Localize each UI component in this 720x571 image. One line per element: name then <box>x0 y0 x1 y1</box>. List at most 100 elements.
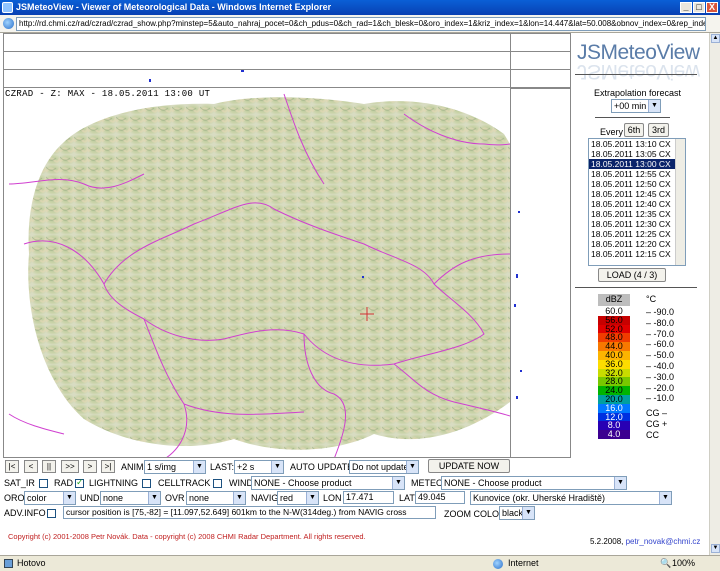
app-logo: JSMeteoView JSMeteoView <box>577 41 700 83</box>
next-frame-button[interactable]: > <box>83 460 97 473</box>
time-list-item[interactable]: 18.05.2011 12:40 CX <box>589 199 685 209</box>
email-link[interactable]: petr_novak@chmi.cz <box>626 537 701 546</box>
time-list-item[interactable]: 18.05.2011 12:35 CX <box>589 209 685 219</box>
time-list-item[interactable]: 18.05.2011 12:55 CX <box>589 169 685 179</box>
temp-level: – -60.0 <box>646 339 675 350</box>
zoom-color-select[interactable]: black ▼ <box>499 506 535 520</box>
temp-level: – -20.0 <box>646 382 675 393</box>
lightning-checkbox[interactable] <box>142 479 151 488</box>
time-list-item[interactable]: 18.05.2011 12:50 CX <box>589 179 685 189</box>
meteo-label: METEO <box>411 478 444 488</box>
radar-map-frame[interactable]: CZRAD - Z: MAX - 18.05.2011 13:00 UT <box>3 33 571 458</box>
lon-label: LON <box>323 493 342 503</box>
ovr-select[interactable]: none ▼ <box>186 491 246 505</box>
auto-update-select[interactable]: Do not update ▼ <box>349 460 419 474</box>
time-list-item[interactable]: 18.05.2011 13:10 CX <box>589 139 685 149</box>
time-list-item[interactable]: 18.05.2011 12:25 CX <box>589 229 685 239</box>
zoom-level[interactable]: 100% <box>672 556 695 571</box>
first-frame-button[interactable]: |< <box>5 460 19 473</box>
divider <box>595 117 670 118</box>
time-list-item[interactable]: 18.05.2011 12:20 CX <box>589 239 685 249</box>
page-done-icon <box>4 559 13 568</box>
anim-select[interactable]: 1 s/img ▼ <box>144 460 206 474</box>
temp-level: – -10.0 <box>646 393 675 404</box>
chevron-down-icon: ▼ <box>193 461 205 473</box>
time-list[interactable]: 18.05.2011 13:10 CX 18.05.2011 13:05 CX 18… <box>588 138 686 266</box>
temp-level: – -90.0 <box>646 307 675 317</box>
scroll-down-icon[interactable]: ▼ <box>711 544 720 553</box>
celltrack-label: CELLTRACK <box>158 478 211 488</box>
app-icon <box>2 2 13 13</box>
time-list-item[interactable]: 18.05.2011 12:15 CX <box>589 249 685 259</box>
wind-label: WIND <box>229 478 253 488</box>
last-label: LAST: <box>210 462 235 472</box>
play-button[interactable]: >> <box>61 460 79 473</box>
time-list-item[interactable]: 18.05.2011 12:30 CX <box>589 219 685 229</box>
anim-label: ANIM: <box>121 462 147 472</box>
time-list-item[interactable]: 18.05.2011 12:45 CX <box>589 189 685 199</box>
meteo-select[interactable]: NONE - Choose product ▼ <box>441 476 627 490</box>
extrapolation-select[interactable]: +00 min ▼ <box>611 99 661 113</box>
adv-info-checkbox[interactable] <box>47 509 56 518</box>
time-list-item[interactable]: 18.05.2011 13:00 CX <box>589 159 685 169</box>
close-button[interactable]: X <box>706 2 718 13</box>
page-scrollbar[interactable]: ▲ ▼ <box>709 33 720 555</box>
last-frame-button[interactable]: >| <box>101 460 115 473</box>
page-content: CZRAD - Z: MAX - 18.05.2011 13:00 UT JSM… <box>0 33 720 555</box>
time-list-item[interactable]: 18.05.2011 13:05 CX <box>589 149 685 159</box>
temp-title: °C <box>646 294 657 304</box>
last-select[interactable]: +2 s ▼ <box>234 460 284 474</box>
place-select[interactable]: Kunovice (okr. Uherské Hradiště) ▼ <box>470 491 672 505</box>
wind-select[interactable]: NONE - Choose product ▼ <box>251 476 405 490</box>
every-3rd-button[interactable]: 3rd <box>648 123 669 137</box>
chevron-down-icon: ▼ <box>271 461 283 473</box>
time-list-scrollbar[interactable] <box>675 139 685 265</box>
lat-input[interactable]: 49.045 <box>415 491 465 504</box>
temp-level: – -30.0 <box>646 371 675 382</box>
dbz-title: dBZ <box>598 294 630 306</box>
temp-level: – -40.0 <box>646 361 675 371</box>
zoom-level-icon[interactable]: 🔍 <box>660 556 671 571</box>
internet-zone-icon <box>493 559 503 569</box>
cursor-info-field[interactable]: cursor position is [75,-82] = [11.097,52… <box>63 506 436 519</box>
navig-select[interactable]: red ▼ <box>277 491 319 505</box>
chevron-down-icon: ▼ <box>648 100 660 112</box>
prev-frame-button[interactable]: < <box>24 460 38 473</box>
minimize-button[interactable]: _ <box>680 2 692 13</box>
cc-label: CC <box>646 430 659 440</box>
page-icon <box>3 18 14 29</box>
rad-label: RAD <box>54 478 74 488</box>
zone-text: Internet <box>508 558 539 568</box>
oro-select[interactable]: color ▼ <box>24 491 76 505</box>
ovr-label: OVR <box>165 493 185 503</box>
sat-ir-checkbox[interactable] <box>39 479 48 488</box>
copyright-text: Copyright (c) 2001-2008 Petr Novák. Data… <box>8 532 366 541</box>
chevron-down-icon: ▼ <box>406 461 418 473</box>
color-legend: dBZ °C 60.0 56.0 52.0 48.0 44.0 40.0 36.0 32.0 2… <box>598 290 688 440</box>
every-6th-button[interactable]: 6th <box>624 123 644 137</box>
maximize-button[interactable]: □ <box>693 2 705 13</box>
auto-update-label: AUTO UPDATE <box>290 462 354 472</box>
scroll-up-icon[interactable]: ▲ <box>711 34 720 43</box>
temp-level: – -80.0 <box>646 317 675 328</box>
browser-window: JSMeteoView - Viewer of Meteorological D… <box>0 0 720 571</box>
every-label: Every <box>600 127 624 137</box>
und-select[interactable]: none ▼ <box>100 491 161 505</box>
divider <box>575 287 697 288</box>
zoom-color-label: ZOOM COLOR <box>444 509 506 519</box>
celltrack-checkbox[interactable] <box>213 479 222 488</box>
rad-checkbox[interactable] <box>75 477 84 488</box>
address-bar: http://rd.chmi.cz/rad/czrad/czrad_show.p… <box>0 15 720 33</box>
update-now-button[interactable]: UPDATE NOW <box>428 459 510 473</box>
pause-button[interactable]: || <box>42 460 56 473</box>
chevron-down-icon: ▼ <box>522 507 534 519</box>
url-input[interactable]: http://rd.chmi.cz/rad/czrad/czrad_show.p… <box>16 17 706 31</box>
right-strip <box>510 34 570 457</box>
chevron-down-icon: ▼ <box>392 477 404 489</box>
lon-input[interactable]: 17.471 <box>343 491 394 504</box>
adv-info-label: ADV.INFO <box>4 508 46 518</box>
dbz-level: 4.0 <box>598 430 630 440</box>
navig-label: NAVIG <box>251 493 279 503</box>
chevron-down-icon: ▼ <box>659 492 671 504</box>
load-button[interactable]: LOAD (4 / 3) <box>598 268 666 282</box>
